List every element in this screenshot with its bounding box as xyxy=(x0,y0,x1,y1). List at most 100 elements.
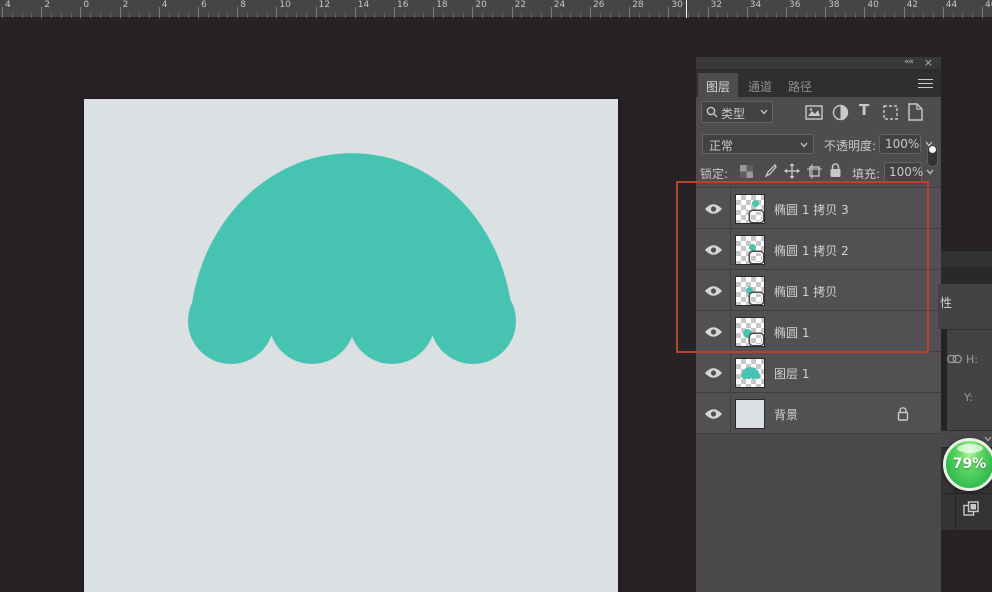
ruler-unit-label: 12 xyxy=(319,1,330,10)
lock-label: 锁定: xyxy=(700,165,728,182)
ruler-minor-tick xyxy=(492,13,493,18)
layer-visibility-cell[interactable] xyxy=(696,311,731,352)
ruler-major-tick xyxy=(472,7,473,18)
layer-row[interactable]: 图层 1 xyxy=(696,352,941,393)
ruler-major-tick xyxy=(825,7,826,18)
thumbnail-dome-preview xyxy=(736,359,764,387)
layer-name[interactable]: 椭圆 1 xyxy=(774,324,809,341)
lock-artboard-icon[interactable] xyxy=(807,164,822,179)
tab-paths[interactable]: 路径 xyxy=(780,73,820,97)
blend-mode-value: 正常 xyxy=(709,137,733,154)
lock-transparency-icon[interactable] xyxy=(740,165,753,178)
fill-label: 填充: xyxy=(852,165,880,182)
opacity-chevron-icon[interactable] xyxy=(925,141,933,149)
eye-icon[interactable] xyxy=(704,203,723,218)
properties-fields-fragment: H: Y: xyxy=(947,329,992,430)
filter-type-dropdown[interactable]: 类型 xyxy=(701,101,773,123)
eye-icon[interactable] xyxy=(704,326,723,341)
layer-row[interactable]: 背景 xyxy=(696,393,941,434)
ruler-minor-tick xyxy=(717,13,718,18)
document-canvas[interactable] xyxy=(84,99,618,592)
opacity-value-field[interactable]: 100% xyxy=(879,134,921,154)
ruler-unit-label: 14 xyxy=(358,1,369,10)
layer-thumbnail[interactable] xyxy=(735,358,765,388)
layer-visibility-cell[interactable] xyxy=(696,229,731,270)
overlapping-squares-icon[interactable] xyxy=(963,501,979,517)
eye-icon[interactable] xyxy=(704,367,723,382)
ruler-minor-tick xyxy=(923,13,924,18)
ruler-major-tick xyxy=(551,7,552,18)
layer-list: 椭圆 1 拷贝 3 椭圆 1 拷贝 2 椭圆 1 拷贝椭圆 1 图层 1 背景 xyxy=(696,188,941,434)
y-field-label: Y: xyxy=(964,391,973,404)
ruler-minor-tick xyxy=(766,13,767,18)
filter-smart-object-icon[interactable] xyxy=(908,103,923,121)
filter-text-layers-icon[interactable]: T xyxy=(859,101,869,119)
ruler-minor-tick xyxy=(374,13,375,18)
layer-visibility-cell[interactable] xyxy=(696,352,731,393)
layer-name[interactable]: 椭圆 1 拷贝 xyxy=(774,283,837,300)
filter-pixel-layers-icon[interactable] xyxy=(805,105,823,120)
properties-tab-text-fragment: 性 xyxy=(940,294,952,311)
layer-name[interactable]: 椭圆 1 拷贝 2 xyxy=(774,242,849,259)
layer-thumbnail[interactable] xyxy=(735,235,765,265)
ruler-minor-tick xyxy=(874,13,875,18)
layer-list-empty-area[interactable] xyxy=(696,434,941,592)
ruler-unit-label: 24 xyxy=(554,1,565,10)
ruler-unit-label: 40 xyxy=(867,1,878,10)
ruler-major-tick xyxy=(237,7,238,18)
ruler-major-tick xyxy=(629,7,630,18)
ruler-minor-tick xyxy=(953,13,954,18)
panel-menu-icon[interactable] xyxy=(918,79,933,91)
photoshop-workspace: 4202468101214161820222426283032343638404… xyxy=(0,0,992,592)
ruler-unit-label: 38 xyxy=(828,1,839,10)
eye-icon[interactable] xyxy=(704,285,723,300)
eye-icon[interactable] xyxy=(704,244,723,259)
filter-adjustment-layers-icon[interactable] xyxy=(832,104,849,121)
filter-shape-layers-icon[interactable] xyxy=(882,104,899,121)
lock-all-icon[interactable] xyxy=(829,162,842,178)
ruler-major-tick xyxy=(159,7,160,18)
layer-thumbnail[interactable] xyxy=(735,399,765,429)
ruler-minor-tick xyxy=(90,13,91,18)
layer-visibility-cell[interactable] xyxy=(696,393,731,434)
lock-position-move-icon[interactable] xyxy=(784,163,800,179)
fill-chevron-icon[interactable] xyxy=(926,169,934,177)
layer-name[interactable]: 背景 xyxy=(774,406,798,423)
layer-visibility-cell[interactable] xyxy=(696,188,731,229)
blend-mode-dropdown[interactable]: 正常 xyxy=(702,134,814,154)
layer-name[interactable]: 图层 1 xyxy=(774,365,809,382)
ruler-minor-tick xyxy=(757,13,758,18)
thumbnail-ellipse-preview xyxy=(749,244,756,251)
layer-thumbnail[interactable] xyxy=(735,276,765,306)
layer-thumbnail[interactable] xyxy=(735,194,765,224)
horizontal-ruler[interactable]: 4202468101214161820222426283032343638404… xyxy=(0,0,992,18)
layer-row[interactable]: 椭圆 1 拷贝 2 xyxy=(696,229,941,270)
ruler-major-tick xyxy=(708,7,709,18)
fill-value-field[interactable]: 100% xyxy=(884,162,922,182)
panel-header: «« × xyxy=(696,57,941,70)
layer-name[interactable]: 椭圆 1 拷贝 3 xyxy=(774,201,849,218)
tab-layers[interactable]: 图层 xyxy=(698,73,738,97)
ruler-minor-tick xyxy=(531,13,532,18)
collapse-panel-icon[interactable]: «« xyxy=(904,57,913,67)
layer-row[interactable]: 椭圆 1 拷贝 xyxy=(696,270,941,311)
tab-channels[interactable]: 通道 xyxy=(740,73,780,97)
eye-icon[interactable] xyxy=(704,408,723,423)
layer-row[interactable]: 椭圆 1 拷贝 3 xyxy=(696,188,941,229)
ruler-minor-tick xyxy=(286,13,287,18)
ruler-minor-tick xyxy=(855,13,856,18)
layer-visibility-cell[interactable] xyxy=(696,270,731,311)
side-panel-edge-band xyxy=(941,250,992,267)
layer-thumbnail[interactable] xyxy=(735,317,765,347)
link-icon xyxy=(947,354,962,364)
lock-pixels-brush-icon[interactable] xyxy=(762,164,777,179)
ruler-minor-tick xyxy=(678,13,679,18)
ruler-unit-label: 18 xyxy=(436,1,447,10)
filter-row: 类型 T xyxy=(696,97,941,131)
layer-row[interactable]: 椭圆 1 xyxy=(696,311,941,352)
ruler-minor-tick xyxy=(541,13,542,18)
close-panel-icon[interactable]: × xyxy=(924,56,933,69)
ruler-minor-tick xyxy=(139,13,140,18)
ruler-minor-tick xyxy=(345,13,346,18)
ruler-minor-tick xyxy=(610,13,611,18)
